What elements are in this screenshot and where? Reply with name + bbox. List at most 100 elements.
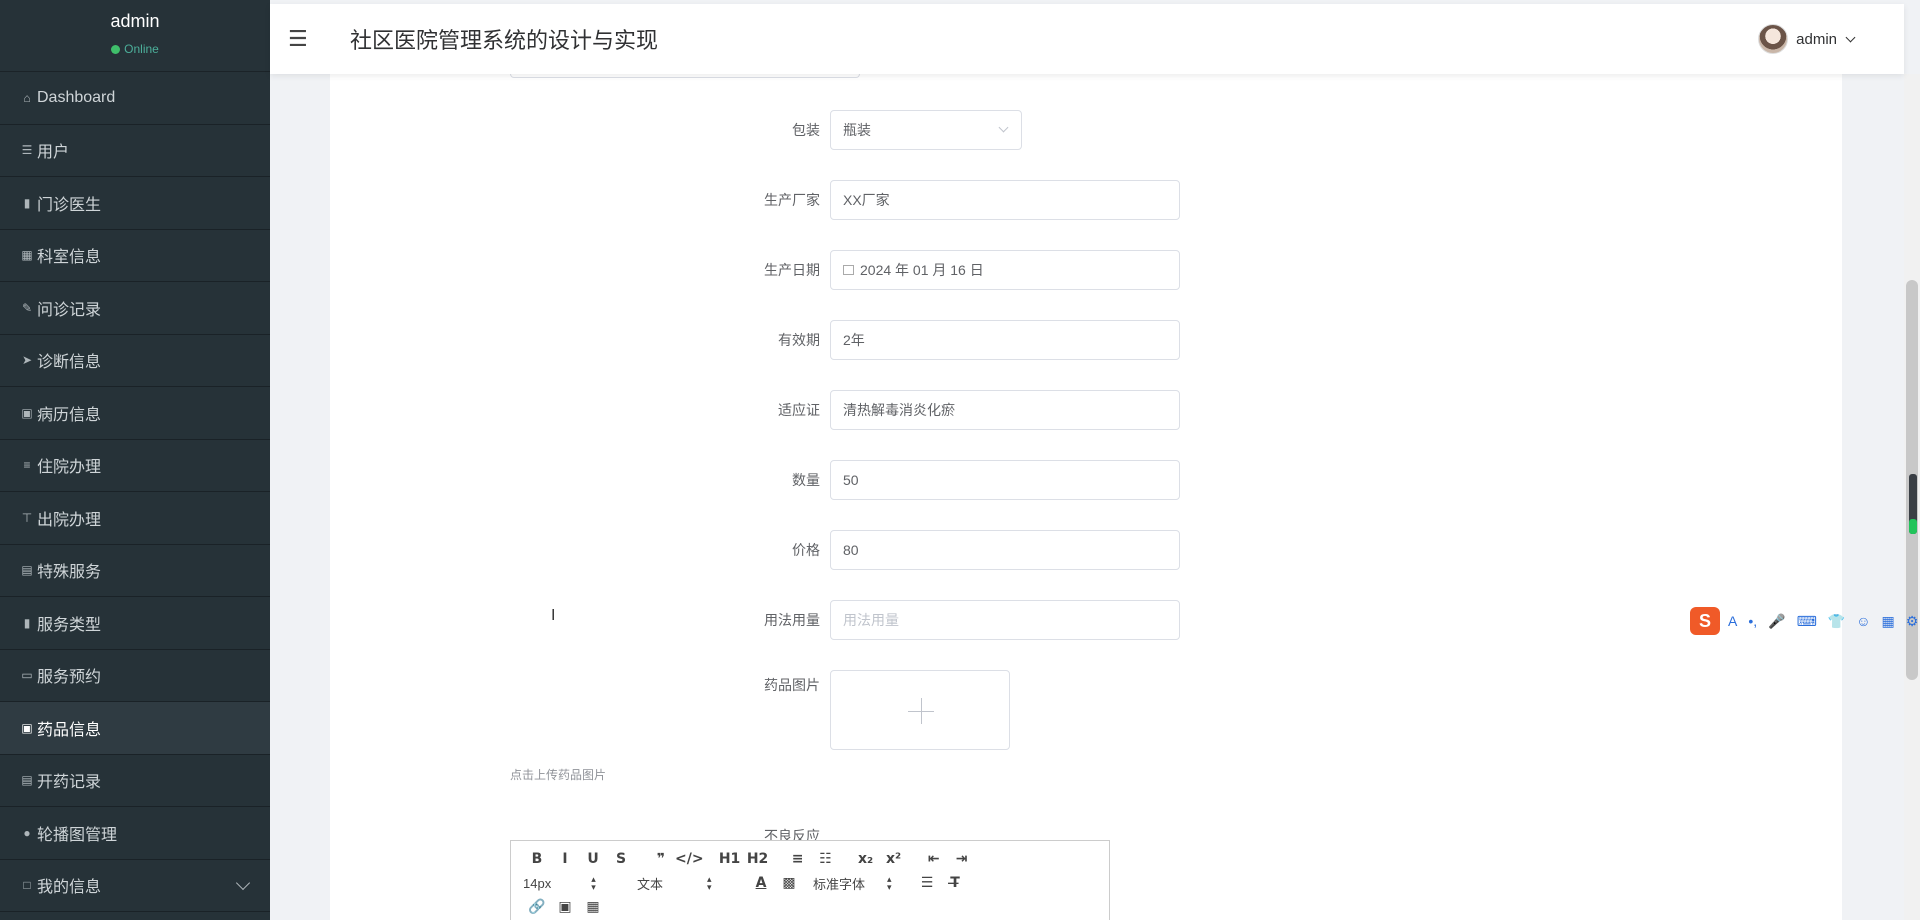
font-color-icon[interactable]: A: [747, 875, 775, 891]
user-dropdown[interactable]: admin: [1758, 24, 1856, 54]
punctuation-icon[interactable]: •,: [1748, 613, 1757, 630]
sidebar-item-label: 病历信息: [37, 406, 102, 424]
form-row-usage: 用法用量 用法用量: [330, 600, 1180, 640]
rich-text-editor[interactable]: B I U S ❞ </> H1 H2 ≡ ☷ x₂ x² ⇤ ⇥ 14px ▴ ▾ 文本 ▴ ▾ A ▩ 标准字…: [510, 840, 1110, 920]
monitor-icon: ▭: [21, 668, 33, 683]
indication-label: 适应证: [778, 402, 820, 418]
packaging-select[interactable]: 瓶装: [830, 110, 1022, 150]
usage-input[interactable]: 用法用量: [830, 600, 1180, 640]
apps-icon[interactable]: ▦: [1882, 613, 1895, 630]
block-type-select[interactable]: 文本 ▴ ▾: [637, 874, 747, 893]
manufacturer-label: 生产厂家: [764, 192, 820, 208]
sidebar-item-8[interactable]: ⊤ 出院办理: [0, 492, 270, 545]
home-icon: ⌂: [23, 90, 31, 105]
sidebar-item-4[interactable]: ✎ 问诊记录: [0, 282, 270, 335]
scrollbar-marker-green: [1909, 519, 1917, 534]
sidebar-item-1[interactable]: ☰ 用户: [0, 125, 270, 177]
bold-icon[interactable]: B: [523, 851, 551, 867]
sogou-logo-icon[interactable]: S: [1690, 607, 1720, 635]
sidebar-item-15[interactable]: □ 我的信息: [0, 860, 270, 912]
background-color-icon[interactable]: ▩: [775, 875, 803, 891]
clear-format-icon[interactable]: T̶: [941, 875, 969, 891]
heading2-icon[interactable]: H2: [744, 851, 772, 867]
sidebar-item-11[interactable]: ▭ 服务预约: [0, 650, 270, 702]
user-icon: ●: [23, 825, 31, 840]
sidebar-item-label: 药品信息: [37, 721, 102, 739]
sidebar-item-2[interactable]: ▮ 门诊医生: [0, 177, 270, 230]
keyboard-icon[interactable]: ⌨: [1797, 613, 1817, 630]
top-header: ☰ 社区医院管理系统的设计与实现 admin: [270, 4, 1904, 74]
indication-input[interactable]: 清热解毒消炎化瘀: [830, 390, 1180, 430]
price-input[interactable]: 80: [830, 530, 1180, 570]
grid-icon: ▦: [21, 248, 33, 263]
video-icon[interactable]: ▦: [579, 899, 607, 915]
production-date-label: 生产日期: [764, 262, 820, 278]
superscript-icon[interactable]: x²: [880, 851, 908, 867]
sidebar-item-12[interactable]: ▣ 药品信息: [0, 702, 270, 755]
blockquote-icon[interactable]: ❞: [647, 851, 675, 867]
image-icon[interactable]: ▣: [551, 899, 579, 915]
form-row-validity: 有效期 2年: [330, 320, 1180, 360]
bar-chart-icon: ▮: [23, 195, 31, 210]
underline-icon[interactable]: U: [579, 851, 607, 867]
sidebar-item-0[interactable]: ⌂ Dashboard: [0, 72, 270, 125]
sidebar-item-13[interactable]: ▤ 开药记录: [0, 755, 270, 807]
bullet-list-icon[interactable]: ☷: [812, 851, 840, 867]
sidebar-user-name: admin: [110, 11, 160, 31]
plus-icon-vertical: [921, 698, 922, 724]
menu-toggle-icon[interactable]: ☰: [288, 26, 318, 52]
page-scrollbar[interactable]: [1904, 74, 1920, 920]
code-icon[interactable]: </>: [675, 851, 704, 867]
online-dot-icon: [111, 44, 121, 54]
strikethrough-icon[interactable]: S: [607, 851, 635, 867]
manufacturer-input[interactable]: XX厂家: [830, 180, 1180, 220]
upload-tip: 点击上传药品图片: [510, 768, 607, 782]
image-label: 药品图片: [764, 677, 820, 693]
ime-toolbar[interactable]: S A •, 🎤 ⌨ 👕 ☺ ▦ ⚙: [1690, 604, 1920, 638]
user-dropdown-label[interactable]: admin: [1796, 31, 1837, 48]
heading1-icon[interactable]: H1: [716, 851, 744, 867]
font-size-select[interactable]: 14px ▴ ▾: [523, 875, 613, 892]
quantity-input[interactable]: 50: [830, 460, 1180, 500]
link-icon[interactable]: 🔗: [523, 899, 551, 915]
skin-icon[interactable]: 👕: [1828, 613, 1845, 630]
microphone-icon[interactable]: 🎤: [1768, 613, 1785, 630]
settings-icon[interactable]: ⚙: [1906, 613, 1919, 630]
outdent-icon[interactable]: ⇤: [920, 851, 948, 867]
packaging-value: 瓶装: [843, 122, 871, 138]
packaging-label: 包装: [792, 122, 820, 138]
ordered-list-icon[interactable]: ≡: [784, 851, 812, 867]
sidebar-item-10[interactable]: ▮ 服务类型: [0, 597, 270, 650]
production-date-picker[interactable]: 2024 年 01 月 16 日: [830, 250, 1180, 290]
sidebar-item-5[interactable]: ➤ 诊断信息: [0, 335, 270, 387]
subscript-icon[interactable]: x₂: [852, 851, 880, 867]
sidebar-item-9[interactable]: ▤ 特殊服务: [0, 545, 270, 597]
form-row-image: 药品图片: [330, 670, 1010, 750]
block-type-value: 文本: [637, 876, 664, 892]
sidebar-item-label: 服务预约: [37, 669, 102, 687]
sidebar-item-14[interactable]: ● 轮播图管理: [0, 807, 270, 860]
indent-icon[interactable]: ⇥: [948, 851, 976, 867]
italic-icon[interactable]: I: [551, 851, 579, 867]
updown-icon: ▴ ▾: [707, 874, 712, 892]
sidebar-item-label: 服务类型: [37, 616, 102, 634]
validity-input[interactable]: 2年: [830, 320, 1180, 360]
font-icon[interactable]: A: [1728, 613, 1737, 630]
clipboard-icon: ▤: [21, 773, 33, 788]
image-upload-button[interactable]: [830, 670, 1010, 750]
emoji-icon[interactable]: ☺: [1856, 613, 1870, 630]
sidebar-item-label: 问诊记录: [37, 301, 102, 319]
font-family-value: 标准字体: [813, 876, 866, 892]
editor-toolbar-row-2: 14px ▴ ▾ 文本 ▴ ▾ A ▩ 标准字体 ▴ ▾ ☰ T̶: [511, 871, 1109, 895]
sidebar-item-7[interactable]: ≡ 住院办理: [0, 440, 270, 492]
avatar[interactable]: [1758, 24, 1789, 54]
sidebar-item-3[interactable]: ▦ 科室信息: [0, 230, 270, 282]
calendar-icon: [843, 265, 854, 275]
font-family-select[interactable]: 标准字体 ▴ ▾: [813, 874, 913, 893]
sidebar-item-6[interactable]: ▣ 病历信息: [0, 387, 270, 440]
price-label: 价格: [792, 542, 820, 558]
status-badge: Online: [111, 42, 159, 56]
chevron-down-icon[interactable]: [1845, 32, 1856, 42]
align-left-icon[interactable]: ☰: [913, 875, 941, 891]
sidebar-item-label: 出院办理: [37, 511, 102, 529]
